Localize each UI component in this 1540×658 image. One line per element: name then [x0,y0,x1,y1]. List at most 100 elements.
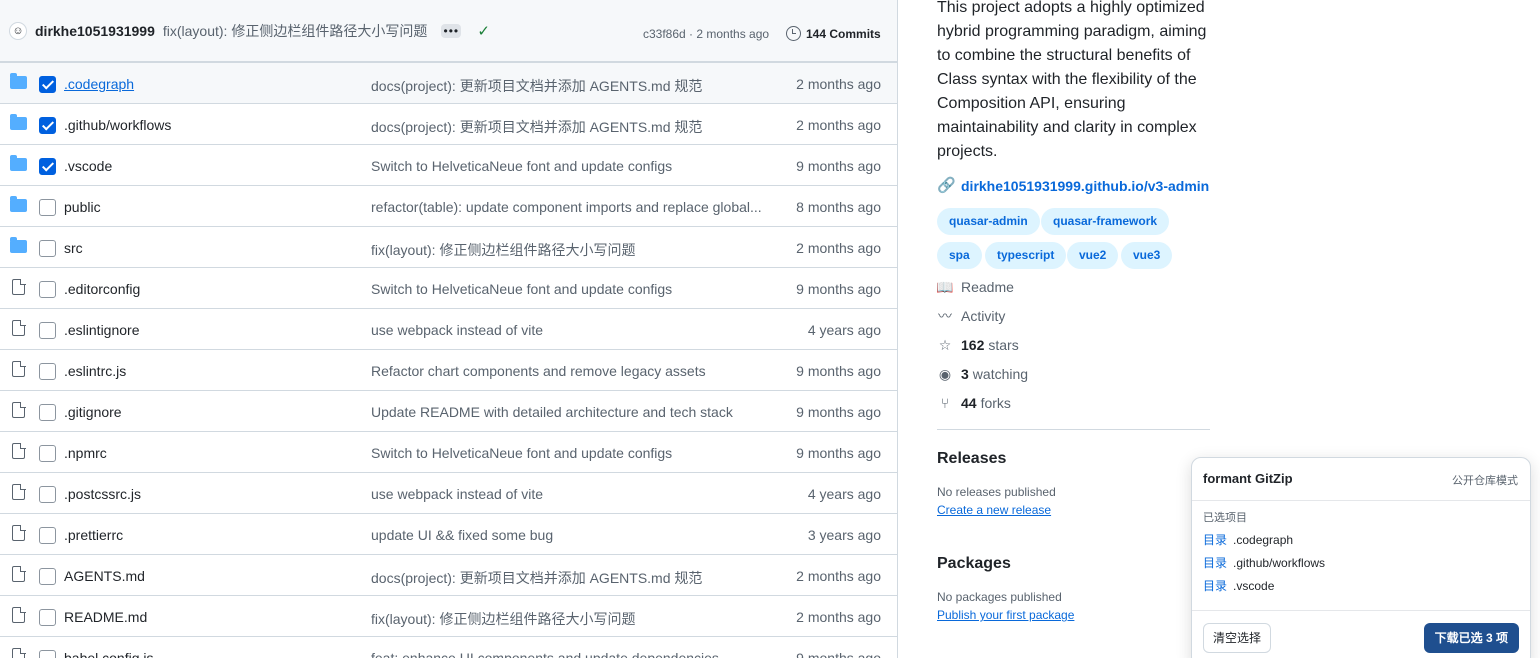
commit-date: 8 months ago [796,199,881,215]
file-name-link[interactable]: .github/workflows [64,117,171,133]
watchers-link[interactable]: ◉ 3 watching [937,365,1028,383]
file-name-link[interactable]: public [64,199,101,215]
commit-message-link[interactable]: docs(project): 更新项目文档并添加 AGENTS.md 规范 [371,568,702,588]
releases-title[interactable]: Releases [937,450,1006,468]
commit-message[interactable]: fix(layout): 修正侧边栏组件路径大小写问题 [163,21,427,41]
file-name-link[interactable]: README.md [64,609,147,625]
latest-commit-bar: ☺ dirkhe1051931999 fix(layout): 修正侧边栏组件路… [0,0,897,62]
file-row[interactable]: README.md fix(layout): 修正侧边栏组件路径大小写问题 2 mo… [0,595,897,636]
select-checkbox[interactable] [39,281,56,298]
commit-author[interactable]: dirkhe1051931999 [35,23,155,39]
file-name-link[interactable]: .editorconfig [64,281,140,297]
commit-message-link[interactable]: docs(project): 更新项目文档并添加 AGENTS.md 规范 [371,76,702,96]
commit-message-link[interactable]: use webpack instead of vite [371,322,543,338]
packages-note: No packages published [937,590,1062,604]
file-name-link[interactable]: .npmrc [64,445,107,461]
select-checkbox[interactable] [39,240,56,257]
clear-selection-button[interactable]: 清空选择 [1203,623,1272,653]
file-row[interactable]: .prettierrc update UI && fixed some bug 3 … [0,513,897,554]
commit-message-link[interactable]: update UI && fixed some bug [371,527,553,543]
topic-typescript[interactable]: typescript [985,242,1067,269]
select-checkbox[interactable] [39,158,56,175]
select-checkbox[interactable] [39,527,56,544]
select-checkbox[interactable] [39,650,56,658]
watching-count: 3 [961,366,969,382]
file-row[interactable]: .codegraph docs(project): 更新项目文档并添加 AGENT… [0,62,897,103]
homepage-link[interactable]: 🔗 dirkhe1051931999.github.io/v3-admin [937,178,1210,195]
file-name-link[interactable]: .postcssrc.js [64,486,141,502]
commit-message-link[interactable]: fix(layout): 修正侧边栏组件路径大小写问题 [371,609,635,629]
topic-quasar-admin[interactable]: quasar-admin [937,208,1040,235]
star-icon: ☆ [938,336,952,353]
select-checkbox[interactable] [39,322,56,339]
folder-icon [10,73,27,89]
topic-quasar-framework[interactable]: quasar-framework [1041,208,1170,235]
file-row[interactable]: .postcssrc.js use webpack instead of vite… [0,472,897,513]
readme-link[interactable]: 📖 Readme [936,278,1014,296]
file-icon [10,483,26,500]
file-name-link[interactable]: AGENTS.md [64,568,145,584]
select-checkbox[interactable] [39,609,56,626]
check-icon[interactable]: ✓ [477,22,490,40]
file-row[interactable]: public refactor(table): update component … [0,185,897,226]
commit-details-button[interactable]: ••• [441,23,462,38]
commits-history-link[interactable]: 144 Commits [786,26,881,41]
commit-message-link[interactable]: Update README with detailed architecture… [371,404,733,420]
forks-link[interactable]: ⑂ 44 forks [937,395,1011,411]
file-icon [10,565,26,582]
create-release-link[interactable]: Create a new release [937,503,1051,517]
avatar[interactable]: ☺ [9,21,27,40]
gitzip-selected-item: 目录 .codegraph [1203,531,1293,548]
topic-vue3[interactable]: vue3 [1121,242,1173,269]
commit-message-link[interactable]: Refactor chart components and remove leg… [371,363,706,379]
file-name-link[interactable]: src [64,240,83,256]
commit-message-link[interactable]: use webpack instead of vite [371,486,543,502]
file-row[interactable]: .github/workflows docs(project): 更新项目文档并添… [0,103,897,144]
file-name-link[interactable]: .eslintignore [64,322,140,338]
commit-message-link[interactable]: fix(layout): 修正侧边栏组件路径大小写问题 [371,240,635,260]
file-row[interactable]: src fix(layout): 修正侧边栏组件路径大小写问题 2 months a… [0,226,897,267]
activity-link[interactable]: 〰 Activity [937,308,1005,324]
select-checkbox[interactable] [39,363,56,380]
commit-date: 9 months ago [796,650,881,658]
file-row[interactable]: .npmrc Switch to HelveticaNeue font and u… [0,431,897,472]
stars-link[interactable]: ☆ 162 stars [937,336,1019,354]
commit-date: 4 years ago [807,322,881,338]
file-row[interactable]: .gitignore Update README with detailed ar… [0,390,897,431]
select-checkbox[interactable] [39,486,56,503]
select-checkbox[interactable] [39,568,56,585]
file-row[interactable]: AGENTS.md docs(project): 更新项目文档并添加 AGENTS… [0,554,897,595]
file-row[interactable]: .editorconfig Switch to HelveticaNeue fon… [0,267,897,308]
commit-date: 9 months ago [796,404,881,420]
file-row[interactable]: .eslintignore use webpack instead of vite… [0,308,897,349]
file-row[interactable]: babel.config.js feat: enhance UI componen… [0,636,897,658]
select-checkbox[interactable] [39,404,56,421]
file-row[interactable]: .vscode Switch to HelveticaNeue font and … [0,144,897,185]
select-checkbox[interactable] [39,445,56,462]
commit-message-link[interactable]: Switch to HelveticaNeue font and update … [371,158,672,174]
commit-message-link[interactable]: docs(project): 更新项目文档并添加 AGENTS.md 规范 [371,117,702,137]
select-checkbox[interactable] [39,199,56,216]
file-row[interactable]: .eslintrc.js Refactor chart components an… [0,349,897,390]
topic-spa[interactable]: spa [937,242,982,269]
topic-vue2[interactable]: vue2 [1067,242,1119,269]
file-name-link[interactable]: .eslintrc.js [64,363,126,379]
commit-message-link[interactable]: refactor(table): update component import… [371,199,762,215]
file-name-link[interactable]: .gitignore [64,404,122,420]
packages-title[interactable]: Packages [937,555,1011,573]
download-selected-button[interactable]: 下载已选 3 项 [1423,623,1519,653]
file-name-link[interactable]: .vscode [64,158,112,174]
commit-message-link[interactable]: feat: enhance UI components and update d… [371,650,719,658]
commit-message-link[interactable]: Switch to HelveticaNeue font and update … [371,281,672,297]
commit-hash-time[interactable]: c33f86d · 2 months ago [643,27,769,41]
book-icon: 📖 [936,278,954,295]
select-checkbox[interactable] [39,117,56,134]
commit-message-link[interactable]: Switch to HelveticaNeue font and update … [371,445,672,461]
publish-package-link[interactable]: Publish your first package [937,608,1074,622]
homepage-url: dirkhe1051931999.github.io/v3-admin [961,178,1210,194]
file-name-link[interactable]: .codegraph [64,76,134,92]
file-name-link[interactable]: .prettierrc [64,527,123,543]
select-checkbox[interactable] [39,76,56,93]
file-name-link[interactable]: babel.config.js [64,650,154,658]
eye-icon: ◉ [938,365,952,382]
